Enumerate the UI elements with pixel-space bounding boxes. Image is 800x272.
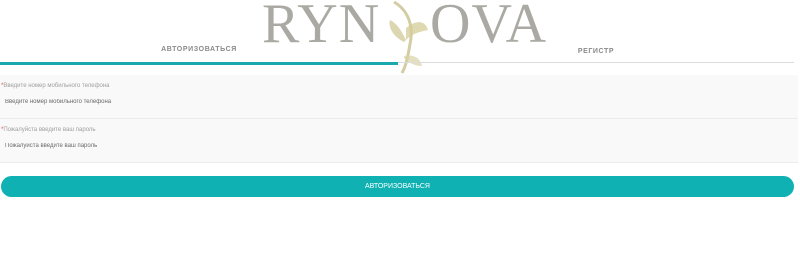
login-button[interactable]: АВТОРИЗОВАТЬСЯ <box>1 176 794 197</box>
login-form: *Введите номер мобильного телефона *Пожа… <box>0 75 798 163</box>
password-field: *Пожалуйста введите ваш пароль <box>0 119 798 163</box>
password-field-label: *Пожалуйста введите ваш пароль <box>1 127 96 133</box>
tab-login[interactable]: АВТОРИЗОВАТЬСЯ <box>0 40 398 65</box>
tab-register-label: РЕГИСТР <box>577 48 615 55</box>
phone-field: *Введите номер мобильного телефона <box>0 75 798 119</box>
auth-tabs: АВТОРИЗОВАТЬСЯ РЕГИСТР <box>0 40 794 65</box>
phone-input[interactable] <box>5 97 785 107</box>
phone-label-text: Введите номер мобильного телефона <box>3 83 110 89</box>
password-input[interactable] <box>5 141 785 151</box>
password-label-text: Пожалуйста введите ваш пароль <box>3 127 96 133</box>
tab-register[interactable]: РЕГИСТР <box>398 40 794 63</box>
phone-field-label: *Введите номер мобильного телефона <box>1 83 110 89</box>
tab-login-label: АВТОРИЗОВАТЬСЯ <box>161 46 237 53</box>
